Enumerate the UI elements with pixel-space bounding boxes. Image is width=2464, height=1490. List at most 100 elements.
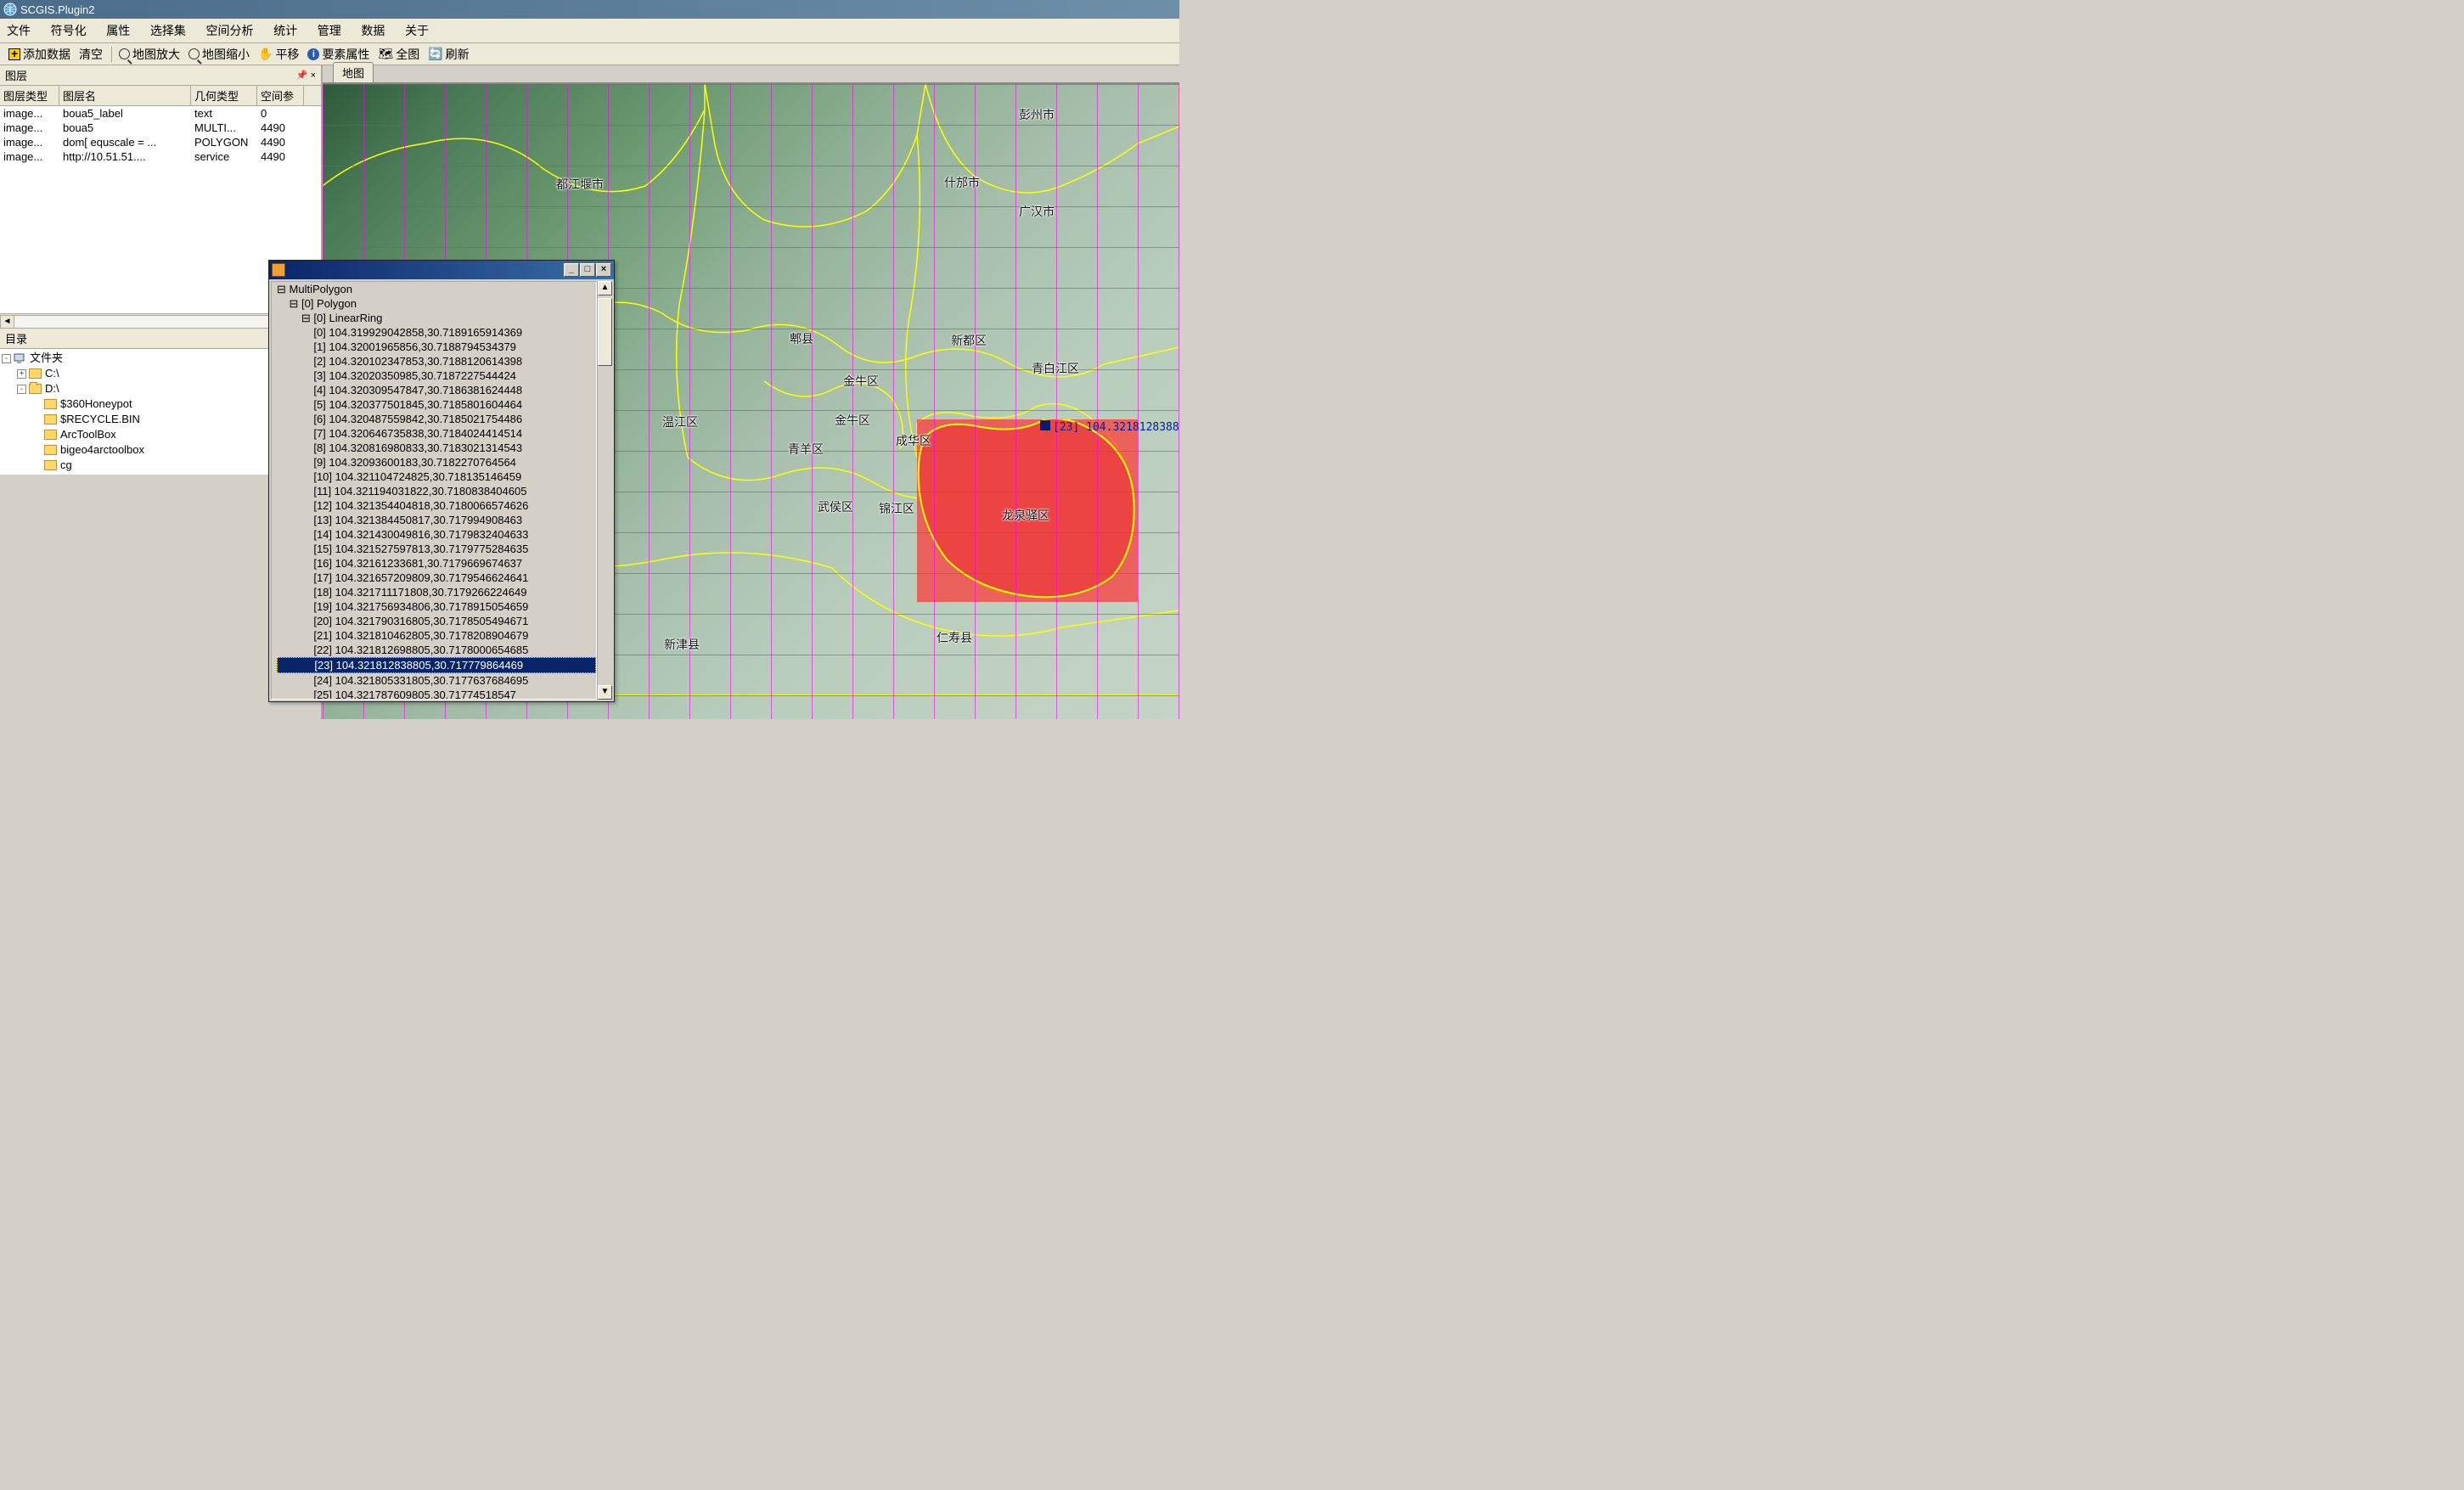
scroll-left-button[interactable]: ◄ <box>0 315 14 329</box>
dialog-buttons: _ □ × <box>564 263 611 277</box>
layer-panel-header: 图层 📌 × <box>0 65 321 86</box>
layer-row[interactable]: image...dom[ equscale = ...POLYGON4490 <box>0 135 321 149</box>
map-label: 彭州市 <box>1019 106 1055 123</box>
tree-coord[interactable]: [22] 104.321812698805,30.7178000654685 <box>277 643 596 657</box>
tree-coord[interactable]: [0] 104.319929042858,30.7189165914369 <box>277 325 596 340</box>
feature-attr-button[interactable]: i要素属性 <box>304 44 373 65</box>
catalog-panel-title: 目录 <box>5 330 27 346</box>
zoom-in-icon <box>119 48 130 59</box>
menu-file[interactable]: 文件 <box>7 24 31 37</box>
map-label: 武侯区 <box>818 498 853 515</box>
tree-coord[interactable]: [14] 104.321430049816,30.7179832404633 <box>277 527 596 542</box>
tab-map[interactable]: 地图 <box>333 62 374 82</box>
tree-coord[interactable]: [21] 104.321810462805,30.7178208904679 <box>277 628 596 643</box>
app-icon <box>3 3 17 16</box>
add-data-button[interactable]: 添加数据 <box>5 44 74 65</box>
tree-coord[interactable]: [7] 104.320646735838,30.7184024414514 <box>277 426 596 441</box>
menu-selection[interactable]: 选择集 <box>150 24 186 37</box>
tree-coord[interactable]: [6] 104.320487559842,30.7185021754486 <box>277 412 596 426</box>
hand-icon: ✋ <box>258 47 273 61</box>
menu-data[interactable]: 数据 <box>361 24 385 37</box>
clear-button[interactable]: 清空 <box>76 44 106 65</box>
tree-coord[interactable]: [2] 104.320102347853,30.7188120614398 <box>277 354 596 368</box>
scroll-down-button[interactable]: ▼ <box>598 685 612 700</box>
zoom-out-icon <box>188 48 200 59</box>
tree-linearring[interactable]: ⊟ [0] LinearRing <box>277 311 596 325</box>
pan-button[interactable]: ✋平移 <box>255 44 302 65</box>
tree-coord[interactable]: [11] 104.321194031822,30.7180838404605 <box>277 484 596 498</box>
tree-coord[interactable]: [3] 104.32020350985,30.7187227544424 <box>277 368 596 383</box>
col-srs[interactable]: 空间参 <box>257 86 304 105</box>
tree-coord[interactable]: [17] 104.321657209809,30.7179546624641 <box>277 571 596 585</box>
menu-about[interactable]: 关于 <box>405 24 429 37</box>
layer-panel-title: 图层 <box>5 67 27 83</box>
menu-manage[interactable]: 管理 <box>318 24 341 37</box>
tree-coord[interactable]: [19] 104.321756934806,30.7178915054659 <box>277 599 596 614</box>
map-label: 新都区 <box>951 332 987 349</box>
tree-coord[interactable]: [4] 104.320309547847,30.7186381624448 <box>277 383 596 397</box>
map-label: 仁寿县 <box>937 629 972 646</box>
zoom-out-label: 地图缩小 <box>202 46 250 63</box>
tree-coord[interactable]: [20] 104.321790316805,30.7178505494671 <box>277 614 596 628</box>
menu-stats[interactable]: 统计 <box>273 24 297 37</box>
scroll-track[interactable] <box>598 366 612 685</box>
tree-coord[interactable]: [23] 104.321812838805,30.717779864469 <box>277 657 596 673</box>
tree-coord[interactable]: [1] 104.32001965856,30.7188794534379 <box>277 340 596 354</box>
scroll-thumb[interactable] <box>598 298 612 366</box>
map-label: 青羊区 <box>788 441 824 458</box>
col-geom[interactable]: 几何类型 <box>191 86 257 105</box>
tree-coord[interactable]: [13] 104.321384450817,30.717994908463 <box>277 513 596 527</box>
separator <box>111 47 112 62</box>
tree-coord[interactable]: [10] 104.321104724825,30.718135146459 <box>277 469 596 484</box>
tree-coord[interactable]: [24] 104.321805331805,30.7177637684695 <box>277 673 596 688</box>
map-label: 成华区 <box>896 432 931 449</box>
tree-coord[interactable]: [8] 104.320816980833,30.7183021314543 <box>277 441 596 455</box>
tree-coord[interactable]: [18] 104.321711171808,30.7179266224649 <box>277 585 596 599</box>
full-extent-button[interactable]: 🗺全图 <box>374 44 423 65</box>
coordinate-tree[interactable]: ⊟ MultiPolygon ⊟ [0] Polygon ⊟ [0] Linea… <box>271 281 597 700</box>
tree-polygon[interactable]: ⊟ [0] Polygon <box>277 296 596 311</box>
map-label: 郫县 <box>790 330 813 347</box>
layer-row[interactable]: image...boua5_labeltext0 <box>0 106 321 121</box>
full-extent-icon: 🗺 <box>378 47 393 61</box>
minimize-button[interactable]: _ <box>564 263 579 277</box>
tree-coord[interactable]: [12] 104.321354404818,30.7180066574626 <box>277 498 596 513</box>
map-label: 金牛区 <box>835 412 870 429</box>
dialog-titlebar[interactable]: _ □ × <box>269 261 614 279</box>
marker-label: [23] 104.32181283880 <box>1053 421 1179 434</box>
layer-columns: 图层类型 图层名 几何类型 空间参 <box>0 86 321 106</box>
col-type[interactable]: 图层类型 <box>0 86 59 105</box>
menu-spatial-analysis[interactable]: 空间分析 <box>206 24 254 37</box>
tree-coord[interactable]: [5] 104.320377501845,30.7185801604464 <box>277 397 596 412</box>
selected-point-marker <box>1040 420 1050 430</box>
app-title: SCGIS.Plugin2 <box>20 3 94 16</box>
tree-coord[interactable]: [16] 104.32161233681,30.7179669674637 <box>277 556 596 571</box>
maximize-button[interactable]: □ <box>580 263 595 277</box>
layer-row[interactable]: image...http://10.51.51....service4490 <box>0 149 321 164</box>
menubar: 文件 符号化 属性 选择集 空间分析 统计 管理 数据 关于 <box>0 19 1179 43</box>
refresh-icon: 🔄 <box>428 47 442 61</box>
menu-attribute[interactable]: 属性 <box>106 24 130 37</box>
full-extent-label: 全图 <box>396 46 419 63</box>
dialog-scrollbar[interactable]: ▲ ▼ <box>597 281 612 700</box>
scroll-up-button[interactable]: ▲ <box>598 281 612 295</box>
map-label: 都江堰市 <box>556 176 604 193</box>
menu-symbolize[interactable]: 符号化 <box>51 24 87 37</box>
refresh-button[interactable]: 🔄刷新 <box>425 44 472 65</box>
col-name[interactable]: 图层名 <box>59 86 191 105</box>
scroll-track[interactable] <box>14 315 307 329</box>
close-button[interactable]: × <box>596 263 611 277</box>
layer-rows: image...boua5_labeltext0image...boua5MUL… <box>0 106 321 164</box>
layer-row[interactable]: image...boua5MULTI...4490 <box>0 121 321 135</box>
tree-coord[interactable]: [9] 104.32093600183,30.7182270764564 <box>277 455 596 469</box>
map-label: 温江区 <box>662 413 698 430</box>
map-label: 新津县 <box>664 636 700 653</box>
zoom-in-button[interactable]: 地图放大 <box>115 44 183 65</box>
zoom-out-button[interactable]: 地图缩小 <box>185 44 253 65</box>
tree-coord[interactable]: [15] 104.321527597813,30.7179775284635 <box>277 542 596 556</box>
coordinate-dialog[interactable]: _ □ × ⊟ MultiPolygon ⊟ [0] Polygon ⊟ [0]… <box>268 260 615 702</box>
pin-icon[interactable]: 📌 × <box>296 70 316 81</box>
tree-multipolygon[interactable]: ⊟ MultiPolygon <box>277 282 596 296</box>
tree-coord[interactable]: [25] 104.321787609805,30.71774518547 <box>277 688 596 700</box>
map-tabbar: 地图 <box>323 65 1179 84</box>
